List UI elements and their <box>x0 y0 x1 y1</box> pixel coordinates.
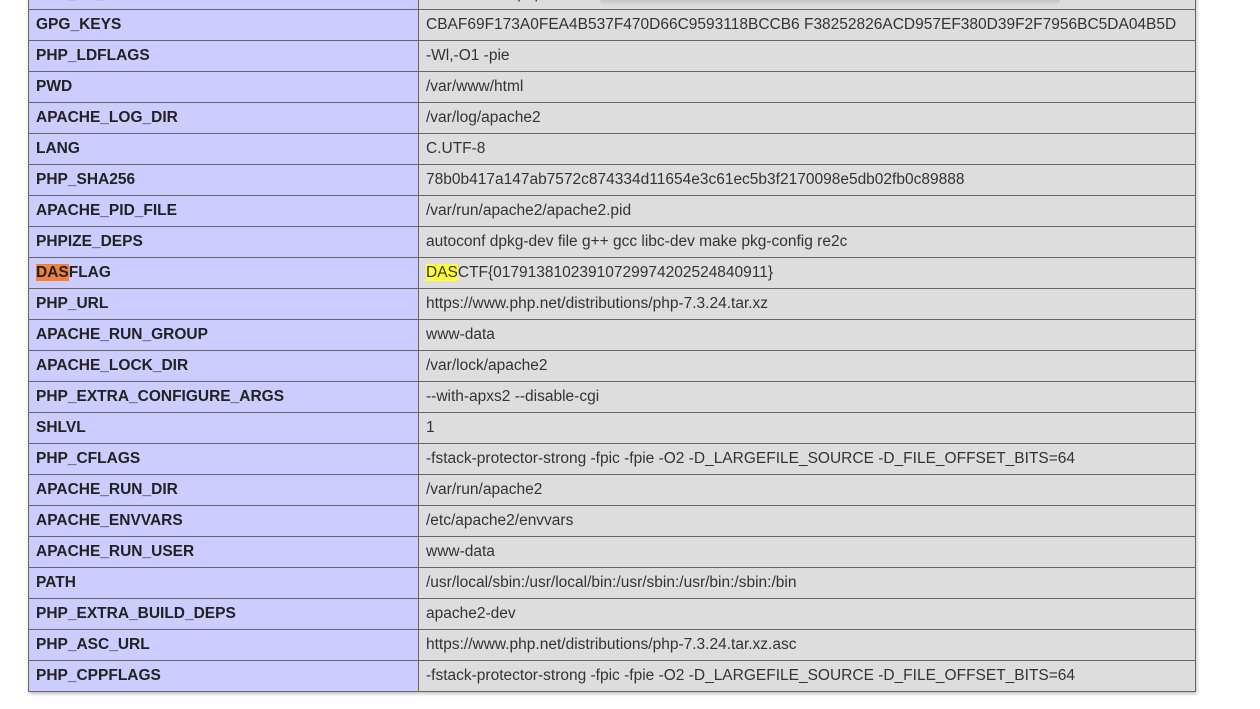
table-row: PHP_EXTRA_CONFIGURE_ARGS --with-apxs2 --… <box>28 381 1196 413</box>
table-row: PHP_URL https://www.php.net/distribution… <box>28 288 1196 320</box>
env-value: https://www.php.net/distributions/php-7.… <box>418 288 1196 320</box>
env-key: PATH <box>28 567 419 599</box>
env-value-flag: DASCTF{01791381023910729974202524840911} <box>418 257 1196 289</box>
search-highlight: DAS <box>426 264 458 281</box>
env-value: -fstack-protector-strong -fpic -fpie -O2… <box>418 443 1196 475</box>
env-value: 78b0b417a147ab7572c874334d11654e3c61ec5b… <box>418 164 1196 196</box>
table-row: PHP_CPPFLAGS -fstack-protector-strong -f… <box>28 660 1196 692</box>
table-row: GPG_KEYS CBAF69F173A0FEA4B537F470D66C959… <box>28 9 1196 41</box>
table-row: PHP_CFLAGS -fstack-protector-strong -fpi… <box>28 443 1196 475</box>
env-key: PHP_URL <box>28 288 419 320</box>
env-key: PHP_INI_DIR <box>28 0 419 10</box>
env-key: PHPIZE_DEPS <box>28 226 419 258</box>
table-row: APACHE_PID_FILE /var/run/apache2/apache2… <box>28 195 1196 227</box>
table-row: PHP_ASC_URL https://www.php.net/distribu… <box>28 629 1196 661</box>
env-key: PHP_ASC_URL <box>28 629 419 661</box>
env-key: APACHE_PID_FILE <box>28 195 419 227</box>
table-row: APACHE_RUN_GROUP www-data <box>28 319 1196 351</box>
search-highlight-active: DAS <box>36 264 69 281</box>
env-value: /var/log/apache2 <box>418 102 1196 134</box>
env-key: APACHE_LOG_DIR <box>28 102 419 134</box>
table-row: LANG C.UTF-8 <box>28 133 1196 165</box>
table-row: APACHE_ENVVARS /etc/apache2/envvars <box>28 505 1196 537</box>
table-row-flag: DASFLAG DASCTF{0179138102391072997420252… <box>28 257 1196 289</box>
find-bar-shadow <box>600 0 1060 6</box>
phpinfo-page: PHP_INI_DIR /usr/local/etc/php GPG_KEYS … <box>0 0 1260 709</box>
table-row: PATH /usr/local/sbin:/usr/local/bin:/usr… <box>28 567 1196 599</box>
env-value: -fstack-protector-strong -fpic -fpie -O2… <box>418 660 1196 692</box>
env-value: CBAF69F173A0FEA4B537F470D66C9593118BCCB6… <box>418 9 1196 41</box>
env-value: /var/run/apache2/apache2.pid <box>418 195 1196 227</box>
table-row: SHLVL 1 <box>28 412 1196 444</box>
env-value-rest: CTF{01791381023910729974202524840911} <box>457 264 774 281</box>
env-value: -Wl,-O1 -pie <box>418 40 1196 72</box>
env-key: APACHE_RUN_GROUP <box>28 319 419 351</box>
env-value: autoconf dpkg-dev file g++ gcc libc-dev … <box>418 226 1196 258</box>
env-key: PHP_EXTRA_CONFIGURE_ARGS <box>28 381 419 413</box>
env-value: www-data <box>418 319 1196 351</box>
table-row: PHP_LDFLAGS -Wl,-O1 -pie <box>28 40 1196 72</box>
env-key: PHP_LDFLAGS <box>28 40 419 72</box>
env-value: C.UTF-8 <box>418 133 1196 165</box>
table-row: PHPIZE_DEPS autoconf dpkg-dev file g++ g… <box>28 226 1196 258</box>
env-key: PWD <box>28 71 419 103</box>
env-key: APACHE_RUN_USER <box>28 536 419 568</box>
env-value: 1 <box>418 412 1196 444</box>
env-key: APACHE_RUN_DIR <box>28 474 419 506</box>
table-row: APACHE_LOG_DIR /var/log/apache2 <box>28 102 1196 134</box>
env-value: /etc/apache2/envvars <box>418 505 1196 537</box>
env-value: /var/lock/apache2 <box>418 350 1196 382</box>
env-value: --with-apxs2 --disable-cgi <box>418 381 1196 413</box>
table-row: PHP_SHA256 78b0b417a147ab7572c874334d116… <box>28 164 1196 196</box>
env-key-flag: DASFLAG <box>28 257 419 289</box>
env-key: PHP_SHA256 <box>28 164 419 196</box>
table-row: APACHE_LOCK_DIR /var/lock/apache2 <box>28 350 1196 382</box>
env-value: www-data <box>418 536 1196 568</box>
environment-table: PHP_INI_DIR /usr/local/etc/php GPG_KEYS … <box>28 0 1196 692</box>
env-key: PHP_EXTRA_BUILD_DEPS <box>28 598 419 630</box>
table-row: PHP_EXTRA_BUILD_DEPS apache2-dev <box>28 598 1196 630</box>
table-row: PWD /var/www/html <box>28 71 1196 103</box>
env-key: LANG <box>28 133 419 165</box>
env-value: /usr/local/sbin:/usr/local/bin:/usr/sbin… <box>418 567 1196 599</box>
table-row: APACHE_RUN_USER www-data <box>28 536 1196 568</box>
env-key: PHP_CPPFLAGS <box>28 660 419 692</box>
table-row: APACHE_RUN_DIR /var/run/apache2 <box>28 474 1196 506</box>
env-key: APACHE_LOCK_DIR <box>28 350 419 382</box>
env-value: apache2-dev <box>418 598 1196 630</box>
env-value: /var/run/apache2 <box>418 474 1196 506</box>
env-key-rest: FLAG <box>68 264 111 281</box>
env-value: https://www.php.net/distributions/php-7.… <box>418 629 1196 661</box>
env-key: APACHE_ENVVARS <box>28 505 419 537</box>
env-value: /var/www/html <box>418 71 1196 103</box>
env-key: SHLVL <box>28 412 419 444</box>
env-key: PHP_CFLAGS <box>28 443 419 475</box>
env-key: GPG_KEYS <box>28 9 419 41</box>
